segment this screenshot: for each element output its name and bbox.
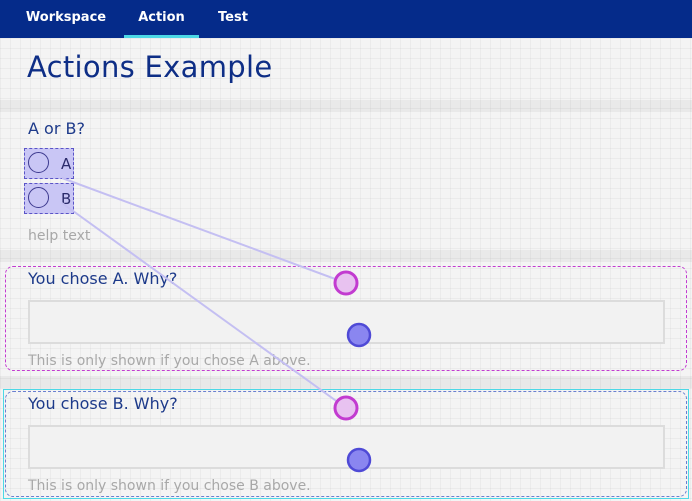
tab-test[interactable]: Test bbox=[209, 0, 257, 38]
radio-circle-icon[interactable] bbox=[28, 187, 49, 208]
section-a-label: You chose A. Why? bbox=[28, 269, 178, 288]
section-separator bbox=[0, 250, 692, 262]
radio-option-label: A bbox=[61, 155, 72, 173]
page-title: Actions Example bbox=[27, 50, 273, 84]
radio-option-label: B bbox=[61, 190, 72, 208]
radio-option-a[interactable]: A bbox=[24, 148, 74, 179]
tab-workspace[interactable]: Workspace bbox=[18, 0, 114, 38]
section-separator bbox=[0, 376, 692, 388]
section-a-text-input[interactable] bbox=[28, 300, 665, 344]
help-text: help text bbox=[28, 228, 91, 244]
radio-option-b[interactable]: B bbox=[24, 183, 74, 214]
section-separator bbox=[0, 100, 692, 112]
section-b-text-input[interactable] bbox=[28, 425, 665, 469]
section-b-label: You chose B. Why? bbox=[28, 394, 178, 413]
tab-action[interactable]: Action bbox=[124, 0, 199, 38]
radio-circle-icon[interactable] bbox=[28, 152, 49, 173]
section-b-note: This is only shown if you chose B above. bbox=[28, 478, 311, 494]
section-a-note: This is only shown if you chose A above. bbox=[28, 353, 311, 369]
question-label: A or B? bbox=[28, 119, 85, 138]
top-navigation-bar: Workspace Action Test bbox=[0, 0, 692, 38]
